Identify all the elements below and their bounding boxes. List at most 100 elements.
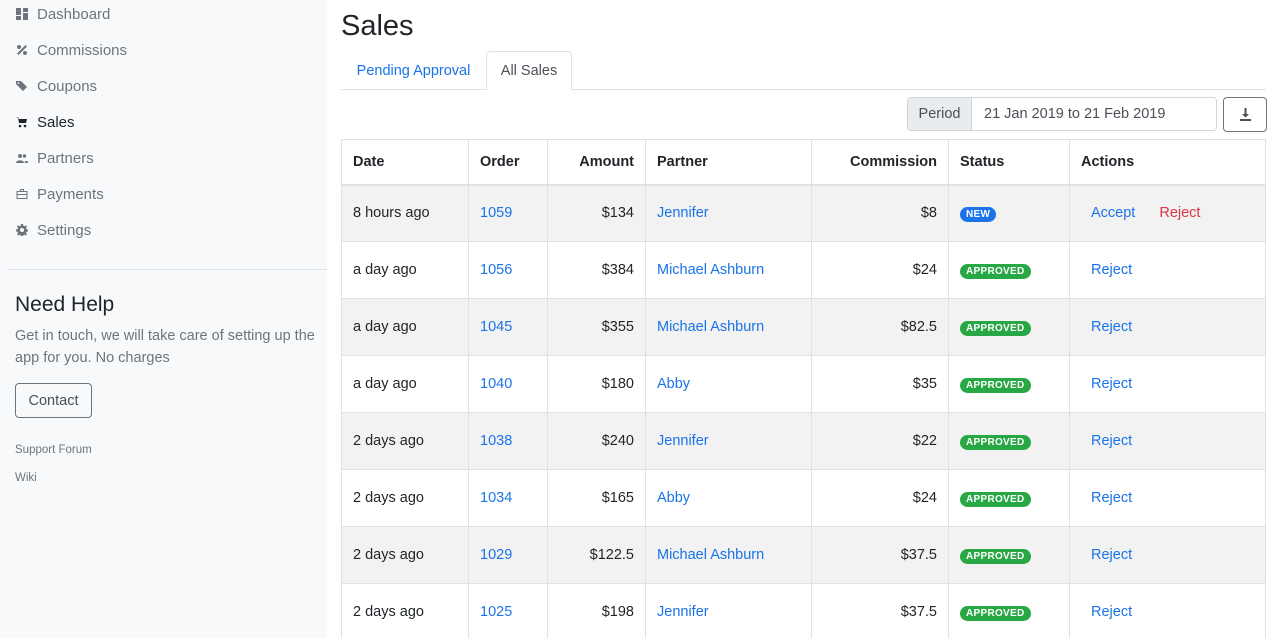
support-forum-link[interactable]: Support Forum bbox=[15, 444, 92, 456]
cell-order: 1034 bbox=[468, 469, 548, 527]
cell-actions: Reject bbox=[1069, 412, 1266, 470]
partner-link[interactable]: Jennifer bbox=[657, 433, 709, 449]
cell-commission: $8 bbox=[811, 184, 949, 242]
order-link[interactable]: 1040 bbox=[480, 376, 512, 392]
header-status[interactable]: Status bbox=[948, 139, 1070, 186]
sidebar-item-settings[interactable]: Settings bbox=[15, 219, 91, 241]
reject-button[interactable]: Reject bbox=[1091, 433, 1132, 449]
cell-partner: Abby bbox=[645, 355, 812, 413]
sidebar: Dashboard Commissions Coupons Sales Part… bbox=[0, 0, 327, 638]
cell-date: 2 days ago bbox=[341, 583, 469, 638]
help-title: Need Help bbox=[15, 293, 115, 316]
sidebar-item-label: Coupons bbox=[37, 77, 98, 95]
sidebar-item-label: Partners bbox=[37, 149, 94, 167]
partner-link[interactable]: Michael Ashburn bbox=[657, 262, 764, 278]
sales-table: Date Order Amount Partner Commission Sta… bbox=[341, 139, 1266, 638]
order-link[interactable]: 1045 bbox=[480, 319, 512, 335]
reject-button[interactable]: Reject bbox=[1091, 319, 1132, 335]
cell-status: APPROVED bbox=[948, 241, 1070, 299]
table-row: 2 days ago 1025 $198 Jennifer $37.5 APPR… bbox=[341, 583, 1266, 638]
cell-order: 1025 bbox=[468, 583, 548, 638]
order-link[interactable]: 1038 bbox=[480, 433, 512, 449]
tab-bar: Pending Approval All Sales bbox=[341, 51, 1266, 91]
cell-commission: $82.5 bbox=[811, 298, 949, 356]
cell-commission: $35 bbox=[811, 355, 949, 413]
order-link[interactable]: 1059 bbox=[480, 205, 512, 221]
status-badge: APPROVED bbox=[960, 605, 1031, 621]
tags-icon bbox=[15, 79, 29, 93]
order-link[interactable]: 1056 bbox=[480, 262, 512, 278]
partner-link[interactable]: Michael Ashburn bbox=[657, 547, 764, 563]
status-badge: APPROVED bbox=[960, 320, 1031, 336]
reject-button[interactable]: Reject bbox=[1091, 547, 1132, 563]
sidebar-item-sales[interactable]: Sales bbox=[15, 111, 75, 133]
cell-commission: $24 bbox=[811, 241, 949, 299]
cell-amount: $134 bbox=[547, 184, 646, 242]
cell-partner: Michael Ashburn bbox=[645, 298, 812, 356]
download-button[interactable] bbox=[1223, 97, 1267, 132]
status-badge: APPROVED bbox=[960, 263, 1031, 279]
sidebar-item-payments[interactable]: Payments bbox=[15, 183, 104, 205]
partner-link[interactable]: Jennifer bbox=[657, 205, 709, 221]
cell-order: 1059 bbox=[468, 184, 548, 242]
page-title: Sales bbox=[341, 10, 414, 42]
wiki-link[interactable]: Wiki bbox=[15, 472, 37, 484]
cell-status: APPROVED bbox=[948, 469, 1070, 527]
sidebar-item-coupons[interactable]: Coupons bbox=[15, 75, 97, 97]
cell-date: a day ago bbox=[341, 241, 469, 299]
contact-button[interactable]: Contact bbox=[15, 383, 92, 418]
cell-date: a day ago bbox=[341, 355, 469, 413]
header-date[interactable]: Date bbox=[341, 139, 469, 186]
partner-link[interactable]: Jennifer bbox=[657, 604, 709, 620]
partner-link[interactable]: Michael Ashburn bbox=[657, 319, 764, 335]
tab-all-sales[interactable]: All Sales bbox=[486, 51, 572, 91]
cart-icon bbox=[15, 115, 29, 129]
order-link[interactable]: 1029 bbox=[480, 547, 512, 563]
period-label: Period bbox=[908, 98, 972, 130]
cell-actions: Reject bbox=[1069, 526, 1266, 584]
reject-button[interactable]: Reject bbox=[1091, 490, 1132, 506]
header-partner[interactable]: Partner bbox=[645, 139, 812, 186]
sidebar-item-commissions[interactable]: Commissions bbox=[15, 39, 127, 61]
users-icon bbox=[15, 151, 29, 165]
header-order[interactable]: Order bbox=[468, 139, 548, 186]
cell-status: APPROVED bbox=[948, 526, 1070, 584]
sidebar-item-label: Settings bbox=[37, 221, 92, 239]
sidebar-item-partners[interactable]: Partners bbox=[15, 147, 94, 169]
table-row: 8 hours ago 1059 $134 Jennifer $8 NEW Ac… bbox=[341, 184, 1266, 242]
sidebar-item-label: Payments bbox=[37, 185, 104, 203]
accept-button[interactable]: Accept bbox=[1091, 205, 1135, 221]
header-actions: Actions bbox=[1069, 139, 1266, 186]
cell-status: APPROVED bbox=[948, 583, 1070, 638]
partner-link[interactable]: Abby bbox=[657, 490, 690, 506]
cell-amount: $122.5 bbox=[547, 526, 646, 584]
period-input[interactable] bbox=[972, 98, 1216, 130]
cell-amount: $165 bbox=[547, 469, 646, 527]
order-link[interactable]: 1034 bbox=[480, 490, 512, 506]
cell-date: 8 hours ago bbox=[341, 184, 469, 242]
header-amount[interactable]: Amount bbox=[547, 139, 646, 186]
sidebar-item-dashboard[interactable]: Dashboard bbox=[15, 3, 110, 25]
reject-button[interactable]: Reject bbox=[1091, 376, 1132, 392]
reject-button[interactable]: Reject bbox=[1091, 262, 1132, 278]
cell-actions: Reject bbox=[1069, 469, 1266, 527]
header-commission[interactable]: Commission bbox=[811, 139, 949, 186]
cell-order: 1045 bbox=[468, 298, 548, 356]
cell-date: 2 days ago bbox=[341, 412, 469, 470]
cell-status: NEW bbox=[948, 184, 1070, 242]
cell-commission: $22 bbox=[811, 412, 949, 470]
tab-pending-approval[interactable]: Pending Approval bbox=[341, 51, 486, 90]
cell-partner: Jennifer bbox=[645, 583, 812, 638]
sidebar-item-label: Dashboard bbox=[37, 5, 111, 23]
cell-commission: $24 bbox=[811, 469, 949, 527]
reject-button[interactable]: Reject bbox=[1091, 604, 1132, 620]
order-link[interactable]: 1025 bbox=[480, 604, 512, 620]
cell-status: APPROVED bbox=[948, 298, 1070, 356]
partner-link[interactable]: Abby bbox=[657, 376, 690, 392]
help-text: Get in touch, we will take care of setti… bbox=[15, 328, 315, 366]
cell-partner: Michael Ashburn bbox=[645, 241, 812, 299]
briefcase-icon bbox=[15, 187, 29, 201]
cell-date: 2 days ago bbox=[341, 526, 469, 584]
reject-button[interactable]: Reject bbox=[1159, 205, 1200, 221]
table-row: a day ago 1056 $384 Michael Ashburn $24 … bbox=[341, 241, 1266, 299]
